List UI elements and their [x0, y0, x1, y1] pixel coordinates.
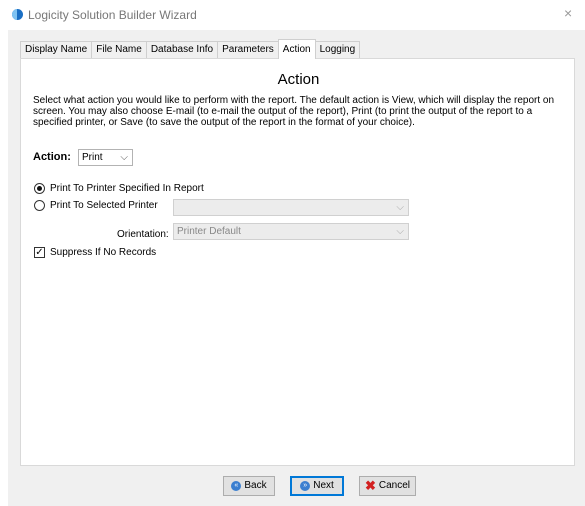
back-button-label: Back: [244, 480, 267, 491]
tab-file-name[interactable]: File Name: [91, 41, 147, 58]
tab-parameters[interactable]: Parameters: [217, 41, 279, 58]
suppress-checkbox-label[interactable]: Suppress If No Records: [50, 247, 156, 258]
chevron-down-icon: ⌵: [120, 152, 128, 163]
radio-print-report-printer[interactable]: [34, 183, 45, 194]
tab-display-name[interactable]: Display Name: [20, 41, 93, 58]
close-icon[interactable]: ×: [564, 5, 572, 21]
tab-logging[interactable]: Logging: [314, 41, 361, 58]
orientation-dropdown[interactable]: Printer Default ⌵: [173, 223, 409, 240]
tab-strip: Display Name File Name Database Info Par…: [20, 39, 361, 59]
action-label: Action:: [33, 151, 71, 163]
action-dropdown-value: Print: [82, 152, 103, 163]
window-title: Logicity Solution Builder Wizard: [28, 8, 197, 22]
next-button-label: Next: [313, 480, 334, 491]
orientation-label: Orientation:: [117, 229, 169, 240]
next-button[interactable]: » Next: [290, 476, 344, 496]
cancel-button-label: Cancel: [378, 480, 411, 491]
app-icon: [12, 9, 23, 20]
orientation-dropdown-value: Printer Default: [177, 226, 241, 237]
chevron-down-icon: ⌵: [396, 202, 404, 213]
action-panel: Action Select what action you would like…: [20, 58, 575, 466]
title-bar: Logicity Solution Builder Wizard ×: [0, 0, 585, 30]
chevron-down-icon: ⌵: [396, 226, 404, 237]
radio-print-selected-printer-label[interactable]: Print To Selected Printer: [50, 200, 158, 211]
back-button[interactable]: « Back: [223, 476, 275, 496]
back-arrow-icon: «: [231, 481, 242, 491]
panel-heading: Action: [277, 71, 320, 88]
suppress-checkbox[interactable]: ✓: [34, 247, 45, 258]
next-arrow-icon: »: [300, 481, 311, 491]
action-dropdown[interactable]: Print ⌵: [78, 149, 133, 166]
radio-print-report-printer-label[interactable]: Print To Printer Specified In Report: [50, 183, 204, 194]
panel-description: Select what action you would like to per…: [33, 95, 555, 128]
printer-dropdown[interactable]: ⌵: [173, 199, 409, 216]
tab-database-info[interactable]: Database Info: [145, 41, 219, 58]
check-icon: ✓: [35, 247, 44, 258]
cancel-x-icon: ✖: [364, 478, 376, 493]
radio-print-selected-printer[interactable]: [34, 200, 45, 211]
tab-action[interactable]: Action: [277, 39, 316, 59]
cancel-button[interactable]: ✖ Cancel: [359, 476, 416, 496]
